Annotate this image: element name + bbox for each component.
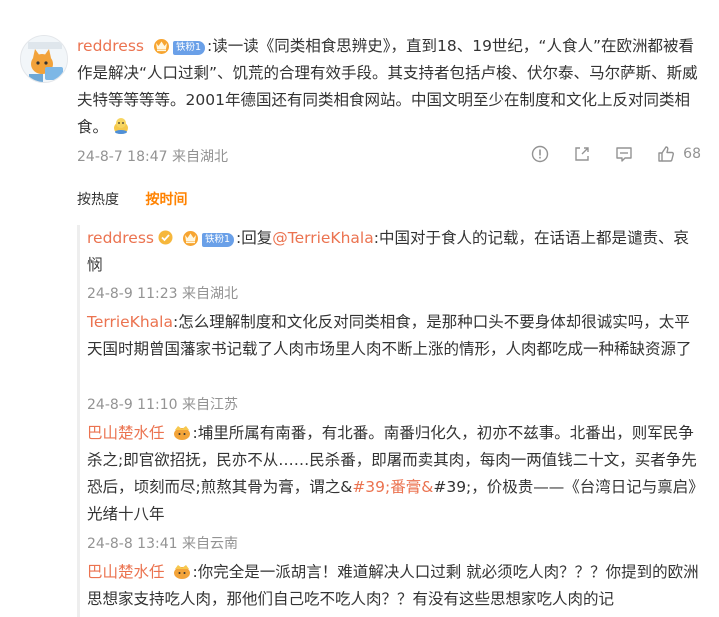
reply-username[interactable]: 巴山楚水任 [87, 563, 165, 581]
crown-emoji-icon [173, 426, 190, 440]
share-button[interactable] [572, 144, 592, 164]
like-icon [658, 146, 675, 162]
main-comment: reddress 铁粉1:读一读《同类相食思辨史》，直到18、19世纪，“人食人”… [0, 0, 719, 182]
reply-item: 巴山楚水任:你完全是一派胡言！难道解决人口过剩 就必须吃人肉？？？你提到的欧洲思… [87, 559, 703, 613]
reply-username[interactable]: 巴山楚水任 [87, 424, 165, 442]
doge-emoji-icon [114, 118, 129, 134]
info-icon [531, 145, 549, 163]
mention-link[interactable]: @TerrieKhala [272, 229, 373, 247]
reply-button[interactable] [614, 144, 634, 164]
crown-emoji-icon [173, 565, 190, 579]
reply-text: :怎么理解制度和文化反对同类相食，是那种口头不要身体却很诚实吗，太平天国时期曾国… [87, 313, 692, 358]
sort-bar: 按热度 按时间 [77, 189, 187, 209]
fan-badge: 铁粉1 [172, 41, 206, 55]
fan-badge: 铁粉1 [201, 233, 235, 247]
comment-username[interactable]: reddress [77, 37, 144, 55]
hashtag-link[interactable]: #39;番膏& [352, 478, 433, 496]
reply-prefix: :回复 [236, 229, 273, 247]
reply-time-location: 24-8-9 11:10 来自江苏 [87, 397, 238, 413]
share-icon [575, 147, 589, 161]
main-comment-body: reddress 铁粉1:读一读《同类相食思辨史》，直到18、19世纪，“人食人”… [77, 33, 707, 141]
crown-badge-icon [153, 39, 169, 54]
comment-time-location: 24-8-7 18:47 来自湖北 [77, 149, 228, 165]
report-button[interactable] [530, 144, 550, 164]
like-button[interactable]: 68 [656, 144, 701, 164]
avatar[interactable] [20, 35, 68, 83]
reply-time-location: 24-8-8 13:41 来自云南 [87, 536, 238, 552]
reply-username[interactable]: TerrieKhala [87, 313, 173, 331]
verified-icon [158, 230, 173, 245]
sort-by-hot-tab[interactable]: 按热度 [77, 192, 119, 208]
reply-item: 巴山楚水任:埔里所属有南番，有北番。南番归化久，初亦不兹事。北番出，则军民争杀之… [87, 420, 703, 528]
reply-list: reddress 铁粉1:回复@TerrieKhala:中国对于食人的记载，在话语… [77, 225, 707, 617]
comment-actions: 68 [508, 144, 701, 164]
reply-time-location: 24-8-9 11:23 来自湖北 [87, 286, 238, 302]
sort-by-time-tab[interactable]: 按时间 [145, 192, 187, 208]
reply-username[interactable]: reddress [87, 229, 154, 247]
reply-item: TerrieKhala:怎么理解制度和文化反对同类相食，是那种口头不要身体却很诚… [87, 309, 703, 363]
crown-badge-icon [182, 231, 198, 246]
comment-icon [616, 147, 632, 162]
reply-text: :中国对于食人的记载，在话语上都是谴责、哀悯 [87, 229, 689, 274]
reply-item: reddress 铁粉1:回复@TerrieKhala:中国对于食人的记载，在话语… [87, 225, 703, 279]
avatar-image [21, 36, 67, 82]
like-count: 68 [683, 146, 701, 162]
